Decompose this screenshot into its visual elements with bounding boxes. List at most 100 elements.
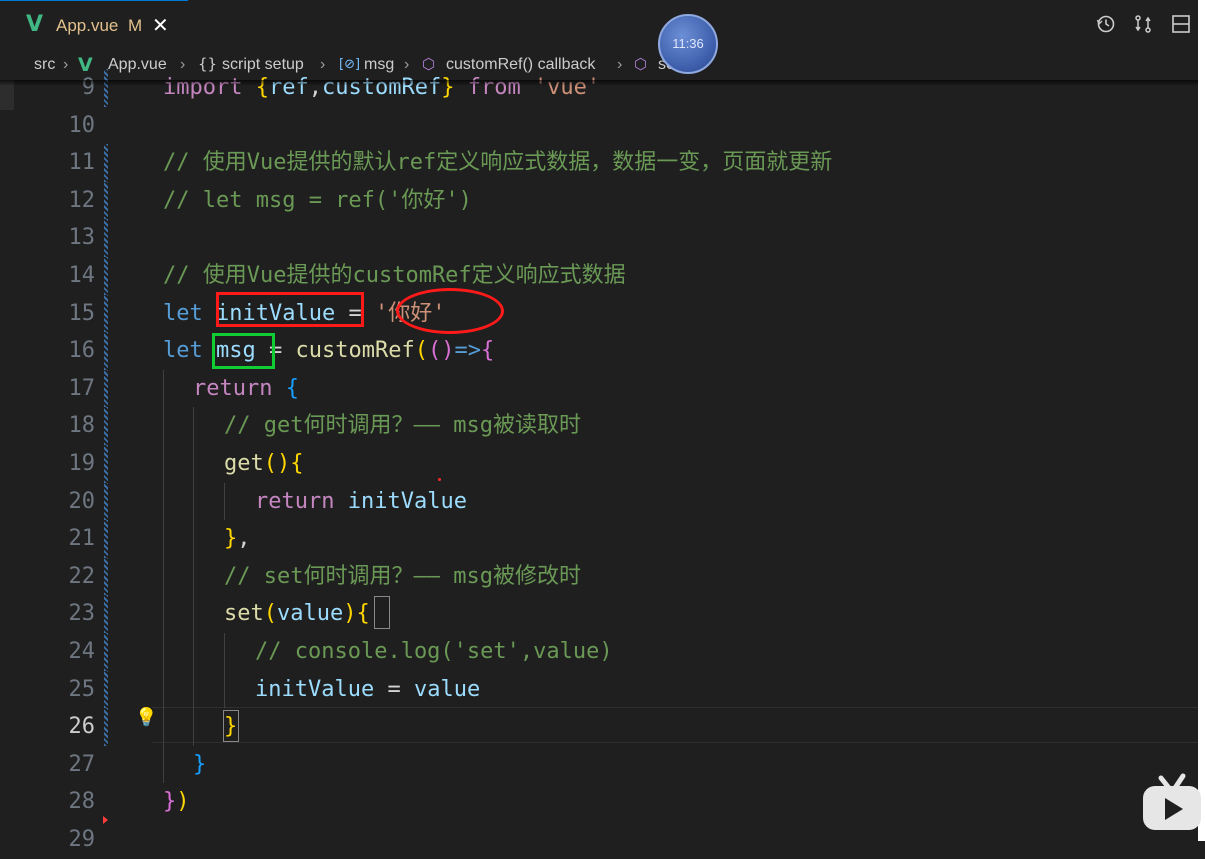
line-number: 10 <box>68 112 96 138</box>
window-edge <box>1198 0 1205 841</box>
code-line: 21 }, <box>0 520 1198 558</box>
line-content[interactable]: } <box>193 746 206 784</box>
code-line: 14 // 使用Vue提供的customRef定义响应式数据 <box>0 257 1198 295</box>
line-content[interactable]: return { <box>193 370 299 408</box>
line-content[interactable]: import {ref,customRef} from 'vue' <box>163 69 600 107</box>
line-content[interactable]: // let msg = ref('你好') <box>163 182 472 220</box>
indent-guide <box>193 445 194 483</box>
indent-guide <box>163 369 164 408</box>
line-content[interactable]: get(){ <box>224 445 304 483</box>
line-number: 17 <box>68 375 96 401</box>
line-content[interactable]: initValue = value <box>255 671 480 709</box>
tab-file-name: App.vue <box>56 16 119 35</box>
indent-guide <box>224 482 225 521</box>
indent-guide <box>193 670 194 709</box>
close-icon[interactable]: ✕ <box>152 13 169 37</box>
code-line: 19 get(){ <box>0 445 1198 483</box>
line-number: 12 <box>68 187 96 213</box>
indent-guide <box>163 482 164 521</box>
code-line: 16 let msg = customRef(()=>{ <box>0 332 1198 370</box>
line-content[interactable]: set(value){ <box>224 595 370 633</box>
line-number: 19 <box>68 451 96 476</box>
indent-guide <box>193 708 194 746</box>
indent-guide <box>193 482 194 521</box>
gutter-modified-marker <box>104 520 108 558</box>
code-line: 24 // console.log('set',value) <box>0 633 1198 671</box>
indent-guide <box>193 633 194 671</box>
line-number: 23 <box>68 601 96 627</box>
code-line: 23 set(value){ <box>0 595 1198 633</box>
line-number: 27 <box>68 751 96 777</box>
indent-guide <box>224 633 225 671</box>
tab-app-vue[interactable]: V App.vue M ✕ <box>0 0 188 50</box>
code-line: 15 let initValue = '你好' <box>0 294 1198 333</box>
line-number: 15 <box>68 300 96 326</box>
indent-guide <box>193 407 194 445</box>
code-line: 17 return { <box>0 369 1198 408</box>
gutter-modified-marker <box>104 708 108 746</box>
code-line: 28 }) <box>0 783 1198 821</box>
code-line: 26 } <box>0 708 1198 746</box>
line-number: 25 <box>68 676 96 702</box>
line-content[interactable]: // 使用Vue提供的默认ref定义响应式数据，数据一变，页面就更新 <box>163 144 832 182</box>
gutter-modified-marker <box>104 69 108 107</box>
line-content[interactable]: // console.log('set',value) <box>255 633 613 671</box>
bracket-match-highlight <box>374 596 390 629</box>
indent-guide <box>163 633 164 671</box>
history-icon[interactable] <box>1096 14 1116 38</box>
bilibili-tv-logo <box>1141 770 1201 830</box>
line-content[interactable]: // set何时调用？—— msg被修改时 <box>224 558 581 596</box>
clock-overlay: 11:36 <box>658 14 718 74</box>
line-content[interactable]: // 使用Vue提供的customRef定义响应式数据 <box>163 257 626 295</box>
code-line: 11 // 使用Vue提供的默认ref定义响应式数据，数据一变，页面就更新 <box>0 144 1198 182</box>
gutter-deletion-marker <box>103 816 108 824</box>
code-line: 20 return initValue <box>0 482 1198 521</box>
gutter-modified-marker <box>104 557 108 596</box>
gutter-modified-marker <box>104 633 108 671</box>
indent-guide <box>163 520 164 558</box>
indent-guide <box>193 595 194 633</box>
gutter-modified-marker <box>104 294 108 333</box>
gutter-modified-marker <box>104 369 108 408</box>
code-line: 18 // get何时调用？—— msg被读取时 <box>0 407 1198 445</box>
line-number: 29 <box>68 827 96 852</box>
gutter-modified-marker <box>104 670 108 709</box>
line-content[interactable]: // get何时调用？—— msg被读取时 <box>224 407 581 445</box>
line-number: 21 <box>68 526 96 552</box>
code-line: 9 import {ref,customRef} from 'vue' <box>0 69 1198 107</box>
vue-file-icon: V <box>26 12 44 37</box>
line-content[interactable]: }) <box>163 783 190 821</box>
code-line: 13 <box>0 219 1198 257</box>
line-content[interactable]: }, <box>224 520 251 558</box>
line-number: 26 <box>68 714 96 740</box>
line-number: 20 <box>68 488 96 514</box>
gutter-modified-marker <box>104 257 108 295</box>
line-number: 24 <box>68 639 96 664</box>
tab-bar: V App.vue M ✕ <box>0 0 1205 50</box>
line-number: 16 <box>68 338 96 364</box>
indent-guide <box>193 557 194 596</box>
split-editor-icon[interactable] <box>1171 14 1191 38</box>
compare-changes-icon[interactable] <box>1133 14 1153 38</box>
lightbulb-icon[interactable]: 💡 <box>135 707 157 728</box>
line-number: 18 <box>68 413 96 439</box>
indent-guide <box>193 520 194 558</box>
code-line: 22 // set何时调用？—— msg被修改时 <box>0 557 1198 596</box>
line-number: 11 <box>68 150 96 176</box>
line-content[interactable]: return initValue <box>255 483 467 521</box>
gutter-modified-marker <box>104 332 108 370</box>
annotation-green-box <box>212 333 275 369</box>
indent-guide <box>163 445 164 483</box>
code-line: 10 <box>0 107 1198 145</box>
gutter-modified-marker <box>104 595 108 633</box>
indent-guide <box>224 670 225 709</box>
code-line: 27 } <box>0 745 1198 784</box>
code-line: 12 // let msg = ref('你好') <box>0 181 1198 220</box>
line-number: 13 <box>68 225 96 251</box>
line-number: 14 <box>68 263 96 288</box>
scroll-shadow <box>0 80 1198 86</box>
code-line: 25 initValue = value <box>0 670 1198 709</box>
gutter-modified-marker <box>104 445 108 483</box>
tab-modified-badge: M <box>128 16 143 35</box>
annotation-red-box <box>216 292 364 327</box>
